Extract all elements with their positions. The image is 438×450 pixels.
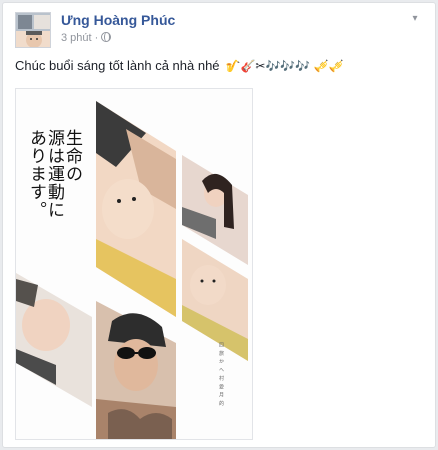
post-time[interactable]: 3 phút: [61, 32, 92, 44]
photo-small-text: 四 旅 か へ 村 愛 月 的: [218, 342, 224, 407]
caption-text: Chúc buổi sáng tốt lành cả nhà nhé: [15, 58, 220, 73]
meta-separator: ·: [94, 32, 99, 44]
avatar[interactable]: [15, 12, 51, 48]
post-header: Ưng Hoàng Phúc 3 phút ·: [15, 12, 415, 52]
post-photo[interactable]: 生命の 源は運動に あります。 四 旅 か へ 村 愛 月 的: [15, 88, 253, 440]
author-name[interactable]: Ưng Hoàng Phúc: [61, 12, 175, 28]
post-card: Ưng Hoàng Phúc 3 phút · ▾ Chúc buổi sáng …: [2, 2, 436, 448]
caption-emoji: 🎷🎸✂🎶🎶🎶 🎺🎺: [225, 59, 344, 73]
jp-text-line-3: あります。: [26, 129, 46, 219]
avatar-image: [16, 13, 50, 47]
post-caption: Chúc buổi sáng tốt lành cả nhà nhé 🎷🎸✂🎶🎶🎶…: [15, 58, 344, 73]
globe-icon[interactable]: [101, 32, 112, 42]
jp-text-line-1: 生命の: [62, 129, 82, 183]
jp-text-line-2: 源は運動に: [44, 129, 64, 219]
post-meta: 3 phút ·: [61, 32, 112, 44]
chevron-down-icon[interactable]: ▾: [409, 13, 421, 25]
